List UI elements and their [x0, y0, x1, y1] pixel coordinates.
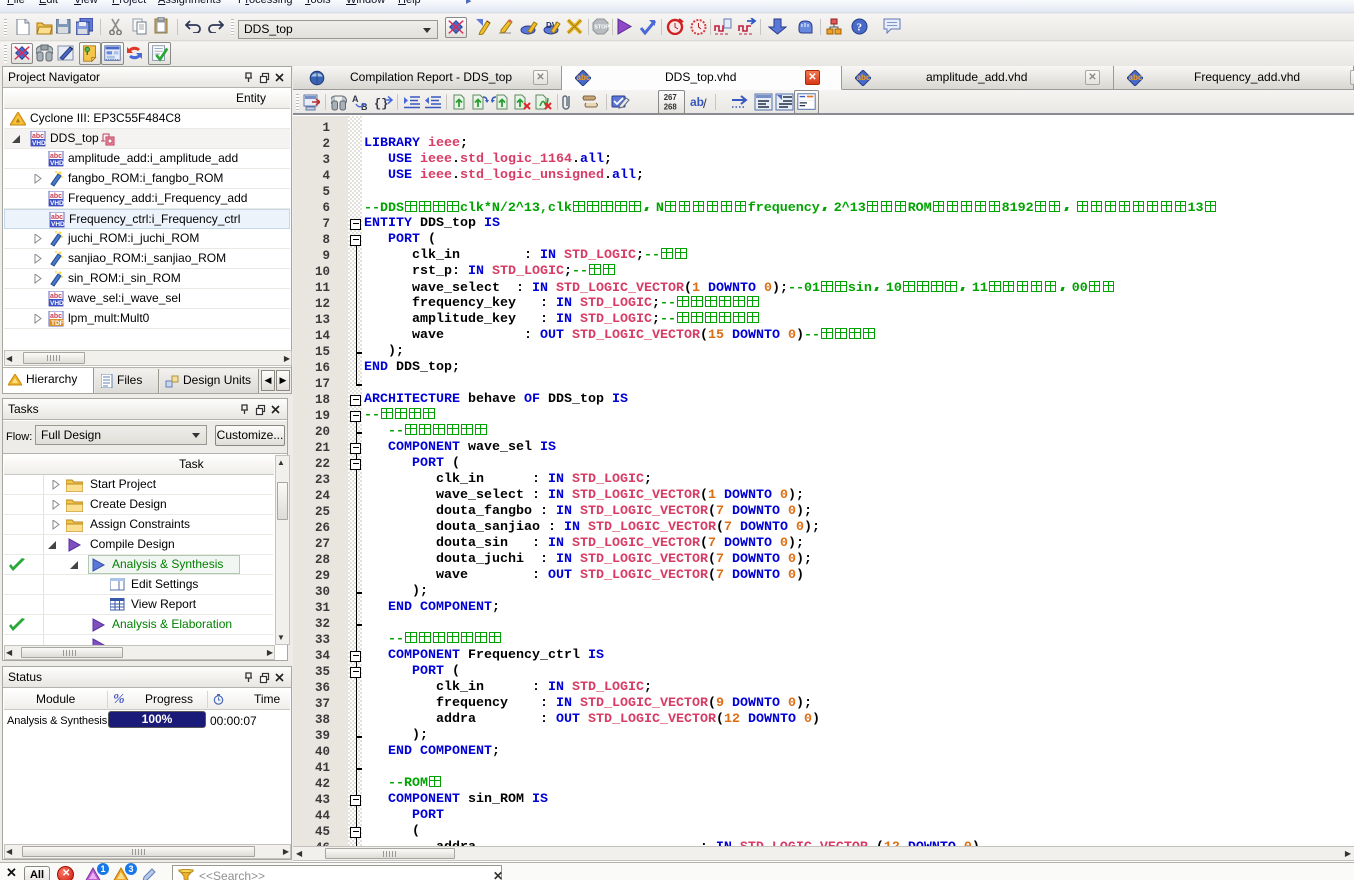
svg-text:268: 268: [664, 102, 678, 111]
svg-text:abc: abc: [1129, 73, 1143, 82]
svg-text:VHD: VHD: [50, 300, 64, 307]
svg-text:?: ?: [857, 22, 863, 34]
svg-text:267: 267: [664, 93, 677, 102]
svg-text:abc: abc: [32, 133, 44, 140]
svg-text:STOP: STOP: [594, 25, 609, 31]
svg-text:VHD: VHD: [51, 221, 65, 228]
svg-text:abc: abc: [50, 193, 62, 200]
svg-text:abc: abc: [577, 73, 591, 82]
svg-text:/: /: [703, 96, 707, 111]
svg-text:VHD: VHD: [32, 140, 46, 147]
svg-text:abc: abc: [50, 313, 62, 320]
svg-text:abc: abc: [857, 73, 871, 82]
svg-text:VHD: VHD: [50, 160, 64, 167]
svg-text:TDF: TDF: [51, 320, 64, 327]
svg-text:abc: abc: [50, 293, 62, 300]
svg-text:abc: abc: [51, 214, 63, 221]
svg-text:abc: abc: [50, 153, 62, 160]
svg-text:VHD: VHD: [50, 200, 64, 207]
svg-text:A: A: [352, 94, 359, 104]
svg-text:{}: {}: [374, 97, 388, 111]
svg-text:ab: ab: [690, 95, 704, 109]
